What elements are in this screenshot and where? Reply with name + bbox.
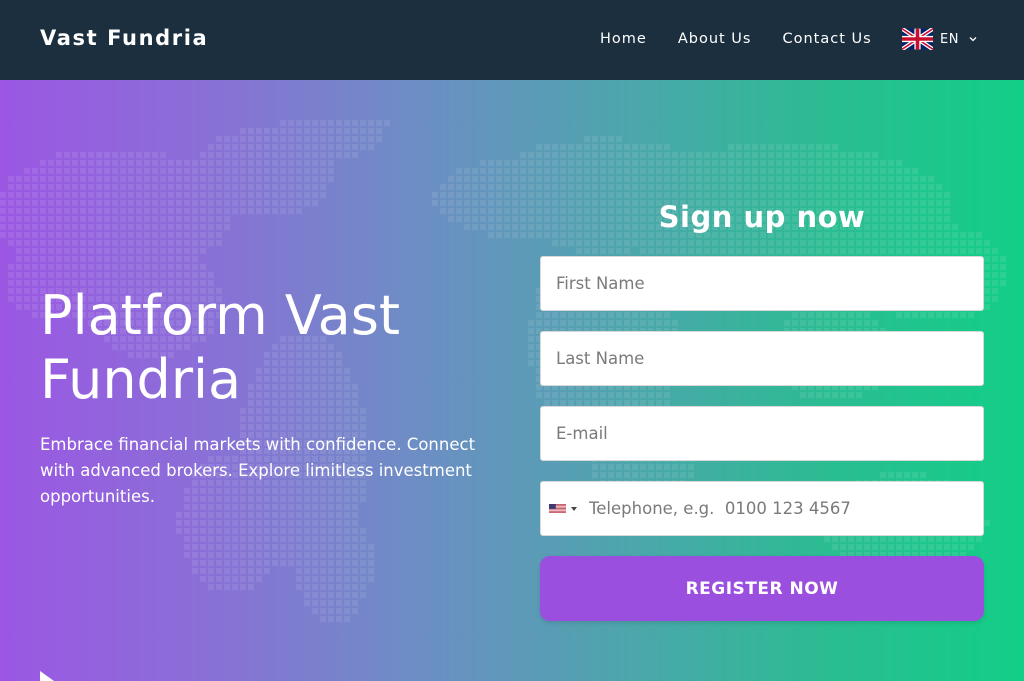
first-name-input[interactable] <box>541 257 983 310</box>
top-navbar: Vast Fundria Home About Us Contact Us EN <box>0 0 1024 80</box>
hero-subtitle: Embrace financial markets with confidenc… <box>40 435 476 506</box>
nav-about-link[interactable]: About Us <box>678 31 752 47</box>
phone-field <box>540 481 984 536</box>
hero-section: Platform Vast Fundria Embrace financial … <box>0 80 1024 681</box>
brand-logo-text[interactable]: Vast Fundria <box>40 26 208 50</box>
email-field <box>540 406 984 461</box>
play-arrow-icon <box>40 671 54 681</box>
first-name-field <box>540 256 984 311</box>
chevron-down-icon <box>969 37 977 42</box>
uk-flag-icon <box>902 28 933 50</box>
nav-home-link[interactable]: Home <box>600 31 647 47</box>
country-code-selector[interactable] <box>541 482 577 535</box>
last-name-input[interactable] <box>541 332 983 385</box>
last-name-field <box>540 331 984 386</box>
us-flag-icon <box>549 504 566 513</box>
signup-title: Sign up now <box>658 200 866 234</box>
hero-title: Platform Vast Fundria <box>40 284 401 411</box>
phone-input[interactable] <box>577 482 983 535</box>
register-button[interactable]: REGISTER NOW <box>540 556 984 621</box>
language-code: EN <box>940 31 959 47</box>
nav-contact-link[interactable]: Contact Us <box>782 31 871 47</box>
main-nav: Home About Us Contact Us <box>600 31 903 47</box>
email-input[interactable] <box>541 407 983 460</box>
language-selector[interactable]: EN <box>902 28 978 50</box>
